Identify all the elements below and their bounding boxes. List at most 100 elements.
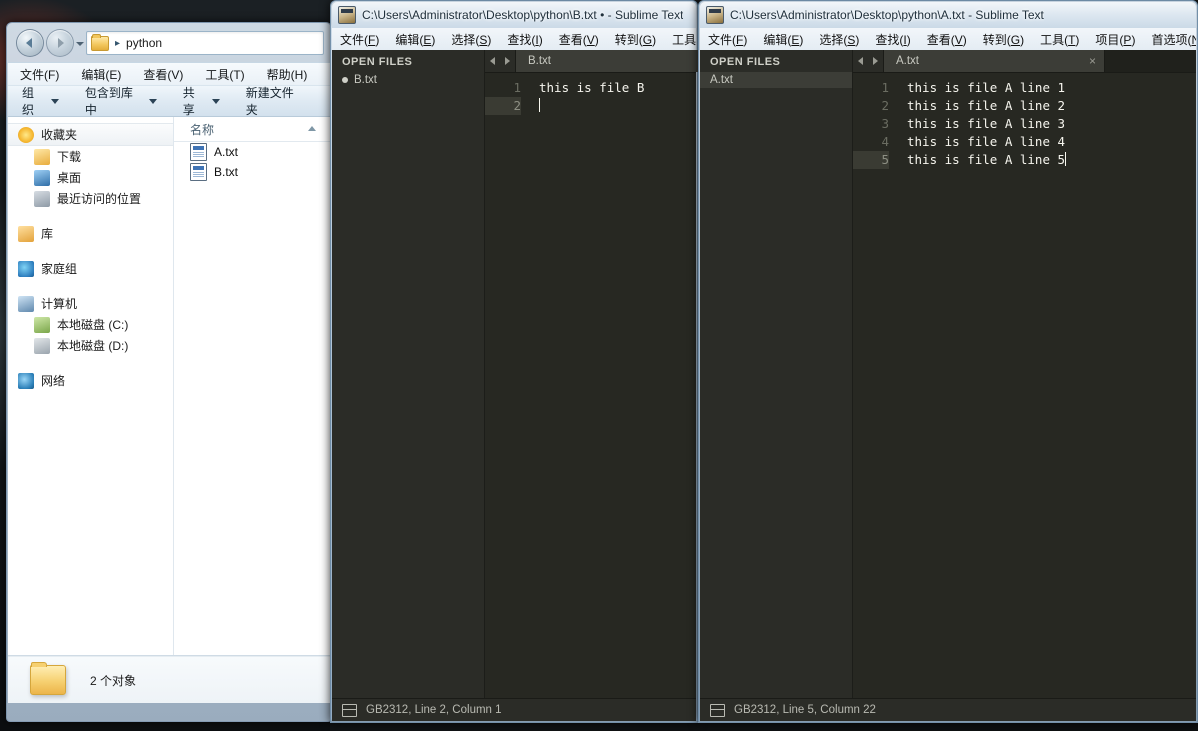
sublime-b-sidebar[interactable]: OPEN FILES B.txt <box>332 50 485 698</box>
nav-item-4[interactable]: 库 <box>8 223 173 244</box>
sublime-a-code-line[interactable]: this is file A line 3 <box>907 115 1196 133</box>
organize-button[interactable]: 组织 <box>22 84 59 118</box>
sublime-b-menu-0[interactable]: 文件(F) <box>340 31 379 48</box>
sublime-a-code-line[interactable]: this is file A line 2 <box>907 97 1196 115</box>
nav-item-7[interactable]: 本地磁盘 (C:) <box>8 314 173 335</box>
sublime-b-menu-3[interactable]: 查找(I) <box>507 31 542 48</box>
sublime-a-status-text: GB2312, Line 5, Column 22 <box>734 704 876 716</box>
sublime-a-menubar[interactable]: 文件(F) 编辑(E) 选择(S) 查找(I) 查看(V) 转到(G) 工具(T) 项目(P)… <box>700 28 1196 50</box>
menu-tools[interactable]: 工具(T) <box>205 66 244 83</box>
nav-item-8[interactable]: 本地磁盘 (D:) <box>8 335 173 356</box>
nav-item-3[interactable]: 最近访问的位置 <box>8 188 173 209</box>
sublime-a-menu-3[interactable]: 查找(I) <box>875 31 910 48</box>
file-row[interactable]: B.txt <box>174 162 330 182</box>
explorer-menubar[interactable]: 文件(F) 编辑(E) 查看(V) 工具(T) 帮助(H) <box>8 62 330 85</box>
sublime-a-code-line[interactable]: this is file A line 1 <box>907 79 1196 97</box>
chevron-left-icon[interactable] <box>858 57 863 65</box>
sublime-b-menubar[interactable]: 文件(F) 编辑(E) 选择(S) 查找(I) 查看(V) 转到(G) 工具(T) <box>332 28 696 50</box>
sublime-a-menu-2[interactable]: 选择(S) <box>819 31 859 48</box>
encoding-icon <box>342 703 357 717</box>
sublime-b-code-line[interactable] <box>539 97 696 115</box>
close-icon[interactable]: × <box>1089 55 1096 67</box>
menu-file[interactable]: 文件(F) <box>20 66 59 83</box>
explorer-file-list[interactable]: 名称 A.txt B.txt <box>174 117 330 655</box>
sublime-b-editor[interactable]: 12 this is file B <box>485 73 696 698</box>
sublime-a-menu-1[interactable]: 编辑(E) <box>763 31 803 48</box>
nav-item-5[interactable]: 家庭组 <box>8 258 173 279</box>
sort-ascending-icon[interactable] <box>308 126 316 131</box>
sublime-a-tabbar[interactable]: A.txt × <box>853 50 1196 73</box>
nav-item-1[interactable]: 下载 <box>8 146 173 167</box>
menu-edit[interactable]: 编辑(E) <box>81 66 121 83</box>
menu-help[interactable]: 帮助(H) <box>267 66 308 83</box>
sidebar-file-a-label: A.txt <box>710 74 734 86</box>
tab-scroll-arrows[interactable] <box>853 50 884 72</box>
encoding-icon <box>710 703 725 717</box>
include-in-library-button[interactable]: 包含到库中 <box>85 84 157 118</box>
chevron-left-icon[interactable] <box>490 57 495 65</box>
breadcrumb-separator-icon[interactable]: ▸ <box>115 38 120 49</box>
sublime-a-menu-8[interactable]: 首选项(N) <box>1151 31 1196 48</box>
sublime-b-menu-4[interactable]: 查看(V) <box>559 31 599 48</box>
sublime-b-menu-6[interactable]: 工具(T) <box>672 31 696 48</box>
sublime-b-menu-2[interactable]: 选择(S) <box>451 31 491 48</box>
nav-item-0[interactable]: 收藏夹 <box>8 123 173 146</box>
tab-b-txt[interactable]: B.txt <box>516 50 727 72</box>
homegroup-icon <box>18 260 34 277</box>
nav-item-label: 库 <box>41 227 54 241</box>
sublime-b-code[interactable]: this is file B <box>529 73 696 698</box>
tab-scroll-arrows[interactable] <box>485 50 516 72</box>
back-button[interactable] <box>16 29 44 57</box>
nav-item-9[interactable]: 网络 <box>8 370 173 391</box>
sublime-a-code[interactable]: this is file A line 1 this is file A line… <box>897 73 1196 698</box>
sublime-b-code-line[interactable]: this is file B <box>539 79 696 97</box>
sublime-a-menu-5[interactable]: 转到(G) <box>983 31 1024 48</box>
sublime-b-menu-5[interactable]: 转到(G) <box>615 31 656 48</box>
file-row[interactable]: A.txt <box>174 142 330 162</box>
sublime-b-titlebar[interactable]: C:\Users\Administrator\Desktop\python\B.… <box>332 2 696 28</box>
tab-a-txt[interactable]: A.txt × <box>884 50 1105 72</box>
sublime-a-menu-4[interactable]: 查看(V) <box>927 31 967 48</box>
recent-places-icon <box>34 190 50 207</box>
column-header-name[interactable]: 名称 <box>174 117 330 142</box>
recent-pages-dropdown[interactable] <box>74 32 86 54</box>
sublime-b-line-number: 2 <box>485 97 521 115</box>
sublime-a-menu-6[interactable]: 工具(T) <box>1040 31 1079 48</box>
sublime-a-code-line[interactable]: this is file A line 4 <box>907 133 1196 151</box>
sublime-app-icon <box>338 6 356 24</box>
hard-disk-icon <box>34 316 50 333</box>
chevron-right-icon[interactable] <box>505 57 510 65</box>
nav-item-2[interactable]: 桌面 <box>8 167 173 188</box>
sublime-a-editor[interactable]: 12345 this is file A line 1 this is file … <box>853 73 1196 698</box>
sublime-b-edit-area: B.txt 12 this is file B <box>485 50 727 698</box>
sublime-b-menu-1[interactable]: 编辑(E) <box>395 31 435 48</box>
address-bar[interactable]: ▸ python <box>86 31 324 55</box>
network-icon <box>18 372 34 389</box>
sublime-text-window-a[interactable]: C:\Users\Administrator\Desktop\python\A.… <box>698 0 1198 723</box>
forward-button[interactable] <box>46 29 74 57</box>
open-files-heading: OPEN FILES <box>710 56 781 68</box>
sublime-a-line-number: 5 <box>853 151 889 169</box>
new-folder-button[interactable]: 新建文件夹 <box>246 84 304 118</box>
sublime-a-line-numbers: 1 2 3 4 5 <box>853 73 897 698</box>
sublime-a-menu-0[interactable]: 文件(F) <box>708 31 747 48</box>
sublime-a-titlebar[interactable]: C:\Users\Administrator\Desktop\python\A.… <box>700 2 1196 28</box>
breadcrumb-current[interactable]: python <box>126 36 162 50</box>
explorer-toolbar[interactable]: 组织 包含到库中 共享 新建文件夹 <box>8 85 330 117</box>
chevron-right-icon[interactable] <box>873 57 878 65</box>
disk-drive-icon <box>34 337 50 354</box>
sublime-text-window-b[interactable]: C:\Users\Administrator\Desktop\python\B.… <box>330 0 727 723</box>
sublime-a-code-line[interactable]: this is file A line 5 <box>907 151 1196 169</box>
windows-explorer-window[interactable]: ▸ python 文件(F) 编辑(E) 查看(V) 工具(T) 帮助(H) 组… <box>6 22 332 722</box>
sidebar-file-b-label: B.txt <box>354 74 378 86</box>
share-button[interactable]: 共享 <box>183 84 220 118</box>
nav-item-6[interactable]: 计算机 <box>8 293 173 314</box>
sublime-a-menu-7[interactable]: 项目(P) <box>1095 31 1135 48</box>
menu-view[interactable]: 查看(V) <box>143 66 183 83</box>
sidebar-file-a[interactable]: A.txt <box>700 72 852 88</box>
sublime-a-sidebar[interactable]: OPEN FILES A.txt <box>700 50 853 698</box>
sublime-b-tabbar[interactable]: B.txt <box>485 50 727 73</box>
explorer-body: 收藏夹 下载 桌面 最近访问的位置库家庭组计算机 本地磁盘 (C:) 本地磁盘 (D:) 网… <box>8 117 330 656</box>
sidebar-file-b[interactable]: B.txt <box>332 72 484 88</box>
explorer-navigation-pane[interactable]: 收藏夹 下载 桌面 最近访问的位置库家庭组计算机 本地磁盘 (C:) 本地磁盘 (D:) 网… <box>8 117 174 655</box>
